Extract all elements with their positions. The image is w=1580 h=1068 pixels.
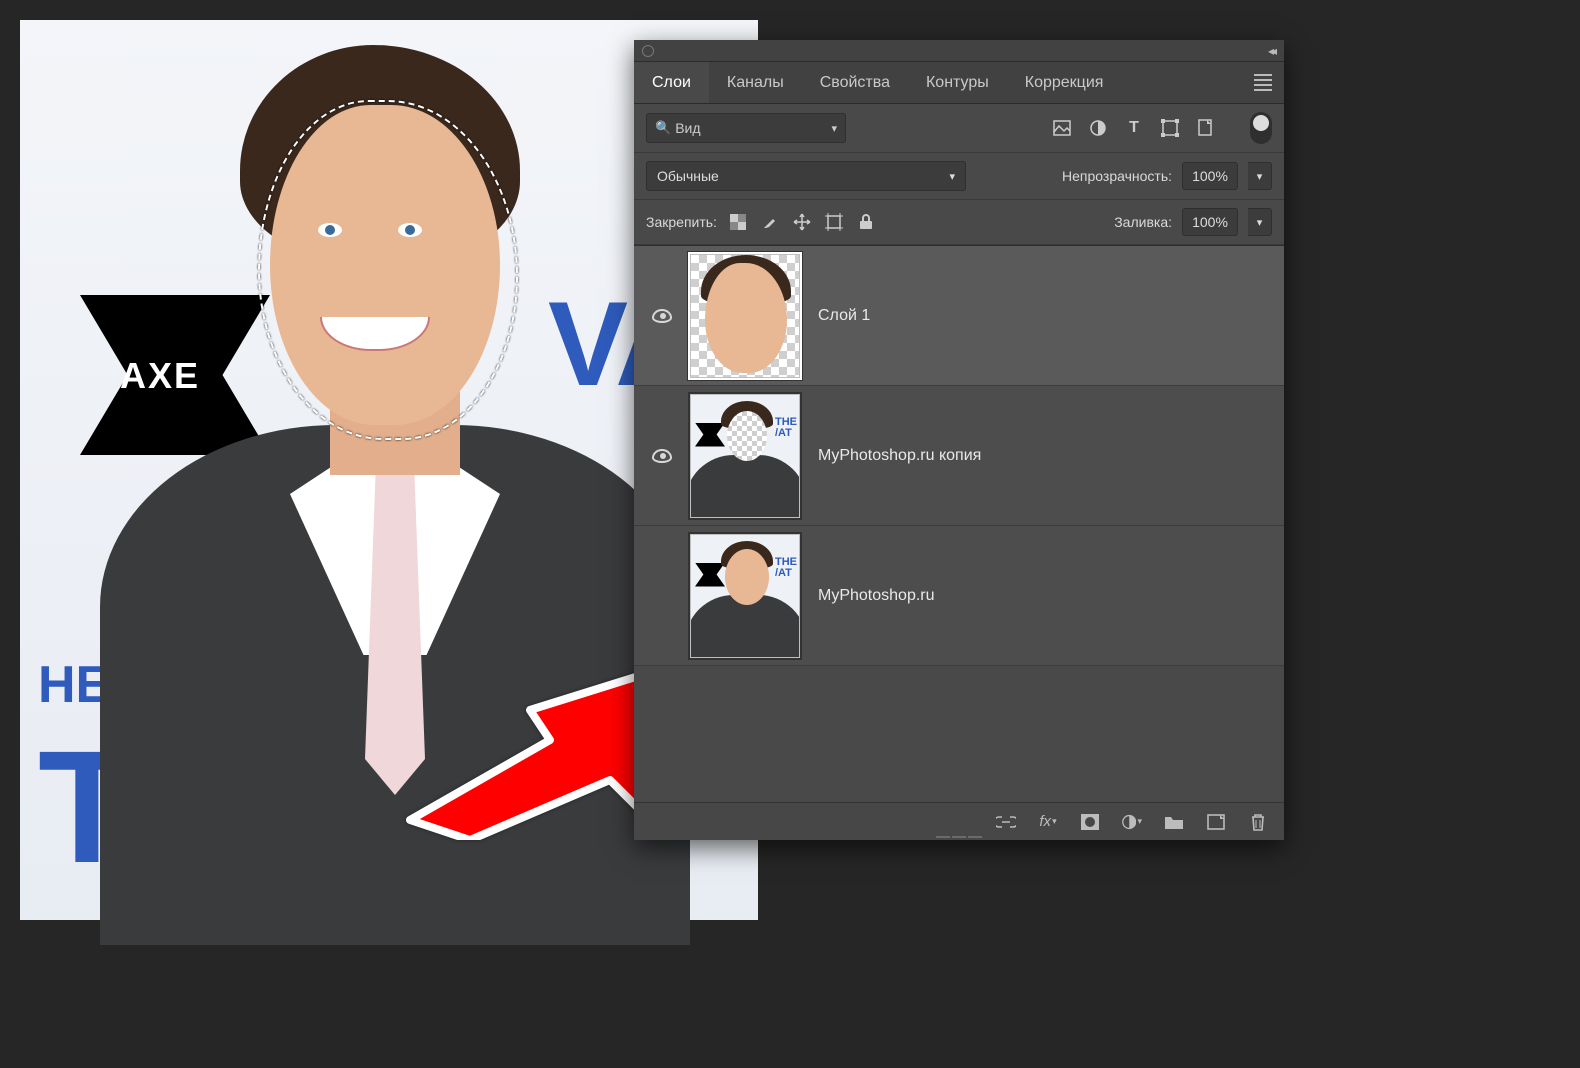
filter-adjustment-icon[interactable] [1088,118,1108,138]
layer-fx-icon[interactable]: fx▾ [1038,812,1058,832]
layer-row[interactable]: Слой 1 [634,246,1284,386]
layers-panel: ◂◂ Слои Каналы Свойства Контуры Коррекци… [634,40,1284,840]
lock-brush-icon[interactable] [759,211,781,233]
new-adjustment-layer-icon[interactable]: ▾ [1122,812,1142,832]
delete-layer-icon[interactable] [1248,812,1268,832]
layer-row[interactable]: THE/AT MyPhotoshop.ru [634,526,1284,666]
filter-toggle[interactable] [1250,112,1272,144]
opacity-value[interactable]: 100% [1182,162,1238,190]
tab-properties[interactable]: Свойства [802,62,908,103]
layer-name[interactable]: MyPhotoshop.ru [818,587,935,605]
chevron-down-icon: ▾ [949,170,955,183]
layer-thumbnail[interactable]: THE/AT [690,534,800,658]
tab-channels[interactable]: Каналы [709,62,802,103]
panel-close-icon[interactable] [642,45,654,57]
fill-chevron-icon[interactable]: ▾ [1248,208,1272,236]
panel-collapse-icon[interactable]: ◂◂ [1268,44,1274,58]
panel-footer: fx▾ ▾ [634,802,1284,840]
opacity-label: Непрозрачность: [1062,168,1172,184]
filter-image-icon[interactable] [1052,118,1072,138]
fill-label: Заливка: [1114,214,1172,230]
lock-pixels-icon[interactable] [727,211,749,233]
search-icon: 🔍 [655,120,671,136]
layer-name[interactable]: MyPhotoshop.ru копия [818,447,981,465]
layer-kind-label: Вид [675,120,700,136]
tab-paths[interactable]: Контуры [908,62,1007,103]
panel-resize-grip[interactable] [936,836,982,842]
fill-value[interactable]: 100% [1182,208,1238,236]
filter-smartobject-icon[interactable] [1196,118,1216,138]
layer-name[interactable]: Слой 1 [818,307,870,325]
visibility-eye-icon[interactable] [652,449,672,463]
layer-thumbnail[interactable] [690,254,800,378]
panel-tabs: Слои Каналы Свойства Контуры Коррекция [634,62,1284,104]
new-group-icon[interactable] [1164,812,1184,832]
blend-opacity-row: Обычные ▾ Непрозрачность: 100% ▾ [634,153,1284,200]
tab-layers[interactable]: Слои [634,62,709,103]
layer-kind-select[interactable]: 🔍 Вид ▾ [646,113,846,143]
panel-menu-icon[interactable] [1254,74,1272,91]
layer-filter-row: 🔍 Вид ▾ T [634,104,1284,153]
panel-header[interactable]: ◂◂ [634,40,1284,62]
blend-mode-select[interactable]: Обычные ▾ [646,161,966,191]
lock-artboard-icon[interactable] [823,211,845,233]
layer-thumbnail[interactable]: THE/AT [690,394,800,518]
lock-fill-row: Закрепить: Заливка: 100% ▾ [634,200,1284,245]
chevron-down-icon: ▾ [831,122,837,135]
layer-row[interactable]: THE/AT MyPhotoshop.ru копия [634,386,1284,526]
opacity-chevron-icon[interactable]: ▾ [1248,162,1272,190]
filter-type-icon[interactable]: T [1124,118,1144,138]
lock-all-icon[interactable] [855,211,877,233]
link-layers-icon[interactable] [996,812,1016,832]
new-layer-icon[interactable] [1206,812,1226,832]
lock-position-icon[interactable] [791,211,813,233]
add-mask-icon[interactable] [1080,812,1100,832]
filter-shape-icon[interactable] [1160,118,1180,138]
tab-adjustments[interactable]: Коррекция [1007,62,1122,103]
lock-label: Закрепить: [646,214,717,230]
visibility-eye-icon[interactable] [652,309,672,323]
blend-mode-label: Обычные [657,168,719,184]
